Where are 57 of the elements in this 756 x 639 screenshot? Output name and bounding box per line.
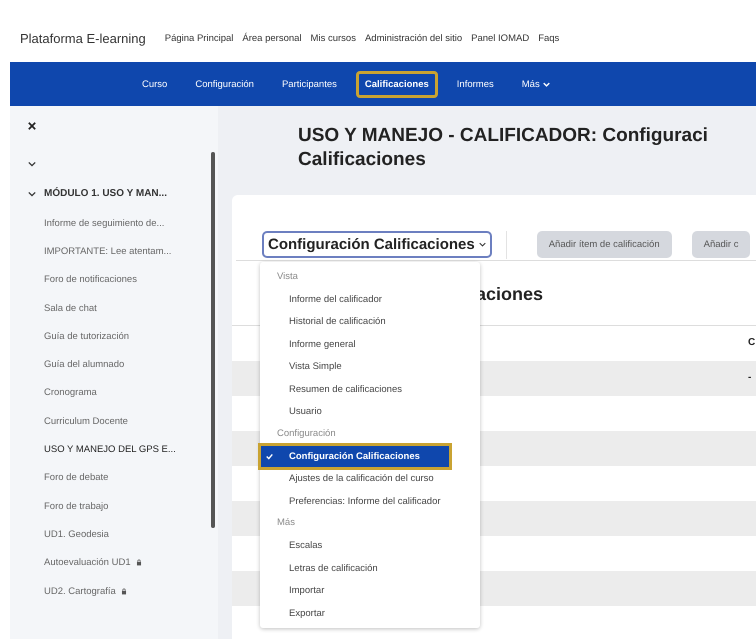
caret-icon [478,241,486,248]
menu-item[interactable]: Ajustes de la calificación del curso [260,468,480,490]
sidebar-item[interactable]: Guía de tutorización [44,330,130,342]
nav-link[interactable]: Página Principal [164,32,234,44]
scrollbar[interactable] [211,152,215,528]
report-select[interactable]: Configuración Calificaciones [262,231,492,258]
nav-link[interactable]: Panel IOMAD [471,32,530,44]
sidebar-item[interactable]: IMPORTANTE: Lee atentam... [44,246,172,257]
course-tab[interactable]: Más [512,70,559,98]
chevron-down-icon[interactable] [28,160,36,168]
close-icon[interactable] [28,122,36,130]
menu-item[interactable]: Resumen de calificaciones [260,378,480,400]
menu-item[interactable]: Letras de calificación [260,557,480,580]
sidebar-item[interactable]: Curriculum Docente [44,416,128,427]
course-tab[interactable]: Configuración [186,70,263,98]
sidebar-item[interactable]: UD2. Cartografía [44,586,116,596]
table-cell: - [748,372,752,383]
sidebar-item[interactable]: Autoevaluación UD1 [44,557,131,568]
course-tab[interactable]: Informes [448,70,503,98]
nav-link[interactable]: Faqs [538,32,560,44]
action-button[interactable]: Añadir ítem de calificación [536,231,672,258]
sidebar-item[interactable]: Foro de notificaciones [44,274,137,286]
site-name[interactable]: Plataforma E-learning [20,30,146,46]
menu-group-label: Configuración [276,426,337,441]
sidebar-item[interactable]: Cronograma [44,387,97,398]
nav-link[interactable]: Área personal [242,32,302,44]
sidebar-item[interactable]: UD1. Geodesia [44,528,109,540]
section-title[interactable]: MÓDULO 1. USO Y MAN... [44,188,167,199]
sidebar-item[interactable]: Foro de debate [44,472,108,484]
menu-item[interactable]: Historial de calificación [260,310,480,334]
page-title: Calificaciones [298,148,427,172]
menu-item[interactable]: Configuración Calificaciones [260,445,450,468]
nav-link[interactable]: Administración del sitio [364,32,462,44]
menu-group-label: Más [276,516,296,530]
course-tab[interactable]: Participantes [272,70,346,98]
sidebar-item[interactable]: Foro de trabajo [44,500,108,512]
menu-item[interactable]: Escalas [260,534,480,558]
caret-icon [542,80,550,88]
action-button[interactable]: Añadir c [692,231,750,258]
page-title: USO Y MANEJO - CALIFICADOR: Configuraci [298,124,709,148]
menu-item[interactable]: Preferencias: Informe del calificador [260,490,480,512]
sidebar-item[interactable]: Guía del alumnado [44,359,124,370]
sidebar-item[interactable]: USO Y MANEJO DEL GPS E... [44,444,176,456]
nav-link[interactable]: Mis cursos [310,32,356,44]
menu-item[interactable]: Vista Simple [260,356,480,378]
menu-group-label: Vista [276,270,299,284]
menu-item[interactable]: Usuario [260,400,480,423]
check-icon [266,452,273,460]
course-tab[interactable]: Calificaciones [356,70,438,98]
menu-item[interactable]: Informe general [260,333,480,356]
course-tab[interactable]: Curso [133,70,176,98]
column-header: C [748,337,756,348]
chevron-down-icon[interactable] [28,190,36,198]
sidebar-item[interactable]: Informe de seguimiento de... [44,218,164,229]
menu-item[interactable]: Informe del calificador [260,288,480,311]
menu-item[interactable]: Exportar [260,602,480,624]
sidebar-item[interactable]: Sala de chat [44,302,97,314]
